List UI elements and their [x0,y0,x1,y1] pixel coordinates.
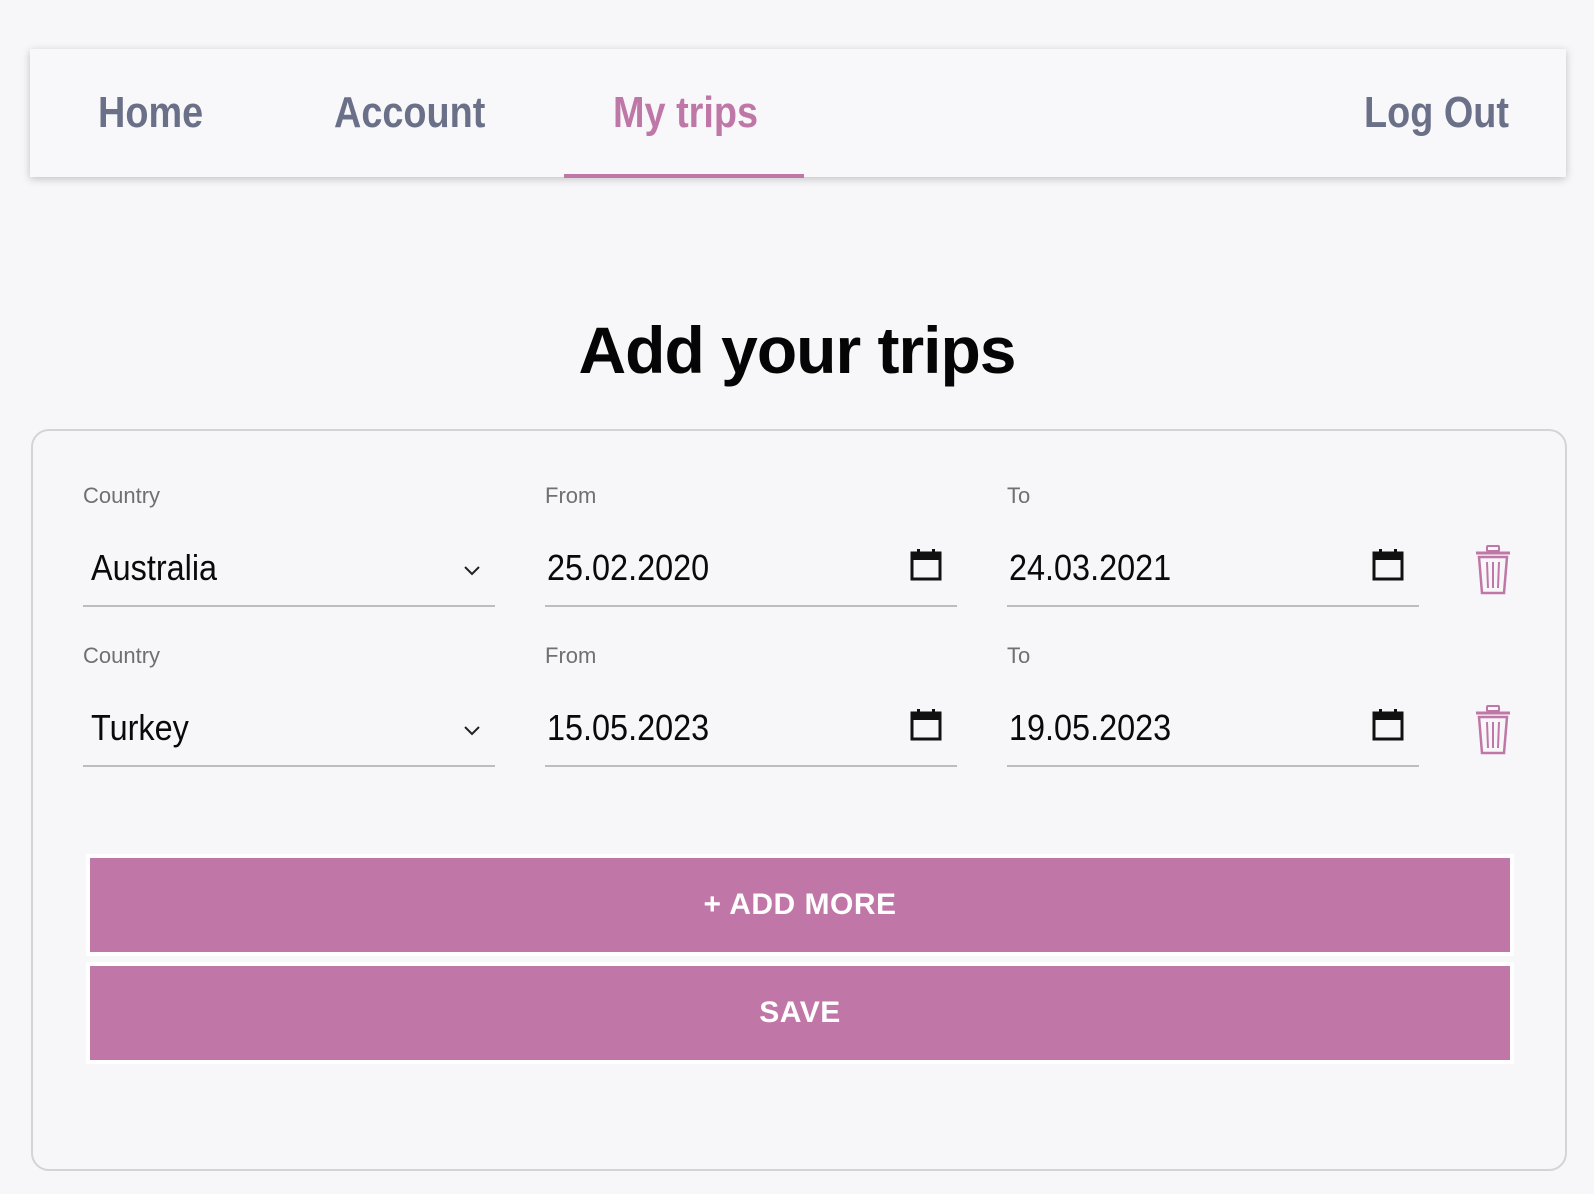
country-label: Country [83,483,161,508]
trash-icon[interactable] [1473,544,1513,596]
add-more-button[interactable]: + ADD MORE [86,854,1514,956]
from-label: From [545,643,597,668]
save-button[interactable]: SAVE [86,962,1514,1064]
country-select[interactable]: Turkey [83,683,495,767]
from-date-value: 15.05.2023 [547,707,710,748]
to-date-input[interactable]: 19.05.2023 [1007,683,1419,767]
to-label: To [1007,483,1031,508]
page-title: Add your trips [578,313,1016,387]
chevron-down-icon [464,566,480,576]
country-select[interactable]: Australia [83,523,495,607]
calendar-icon[interactable] [1371,707,1405,743]
nav-account[interactable]: Account [334,49,485,177]
to-label: To [1007,643,1031,668]
from-label: From [545,483,597,508]
to-date-value: 19.05.2023 [1009,707,1172,748]
trips-form-card: Country Australia From 25.02.2020 To 24.… [31,429,1567,1171]
trash-icon[interactable] [1473,704,1513,756]
top-navigation: Home Account My trips Log Out [30,49,1566,178]
to-date-input[interactable]: 24.03.2021 [1007,523,1419,607]
nav-log-out[interactable]: Log Out [1364,49,1509,177]
active-tab-indicator [564,174,804,178]
chevron-down-icon [464,726,480,736]
nav-home[interactable]: Home [98,49,203,177]
from-date-input[interactable]: 25.02.2020 [545,523,957,607]
to-date-value: 24.03.2021 [1009,547,1172,588]
country-label: Country [83,643,161,668]
nav-my-trips[interactable]: My trips [613,49,758,177]
country-value: Turkey [91,707,189,748]
from-date-value: 25.02.2020 [547,547,710,588]
country-value: Australia [91,547,218,588]
calendar-icon[interactable] [909,707,943,743]
calendar-icon[interactable] [1371,547,1405,583]
from-date-input[interactable]: 15.05.2023 [545,683,957,767]
calendar-icon[interactable] [909,547,943,583]
